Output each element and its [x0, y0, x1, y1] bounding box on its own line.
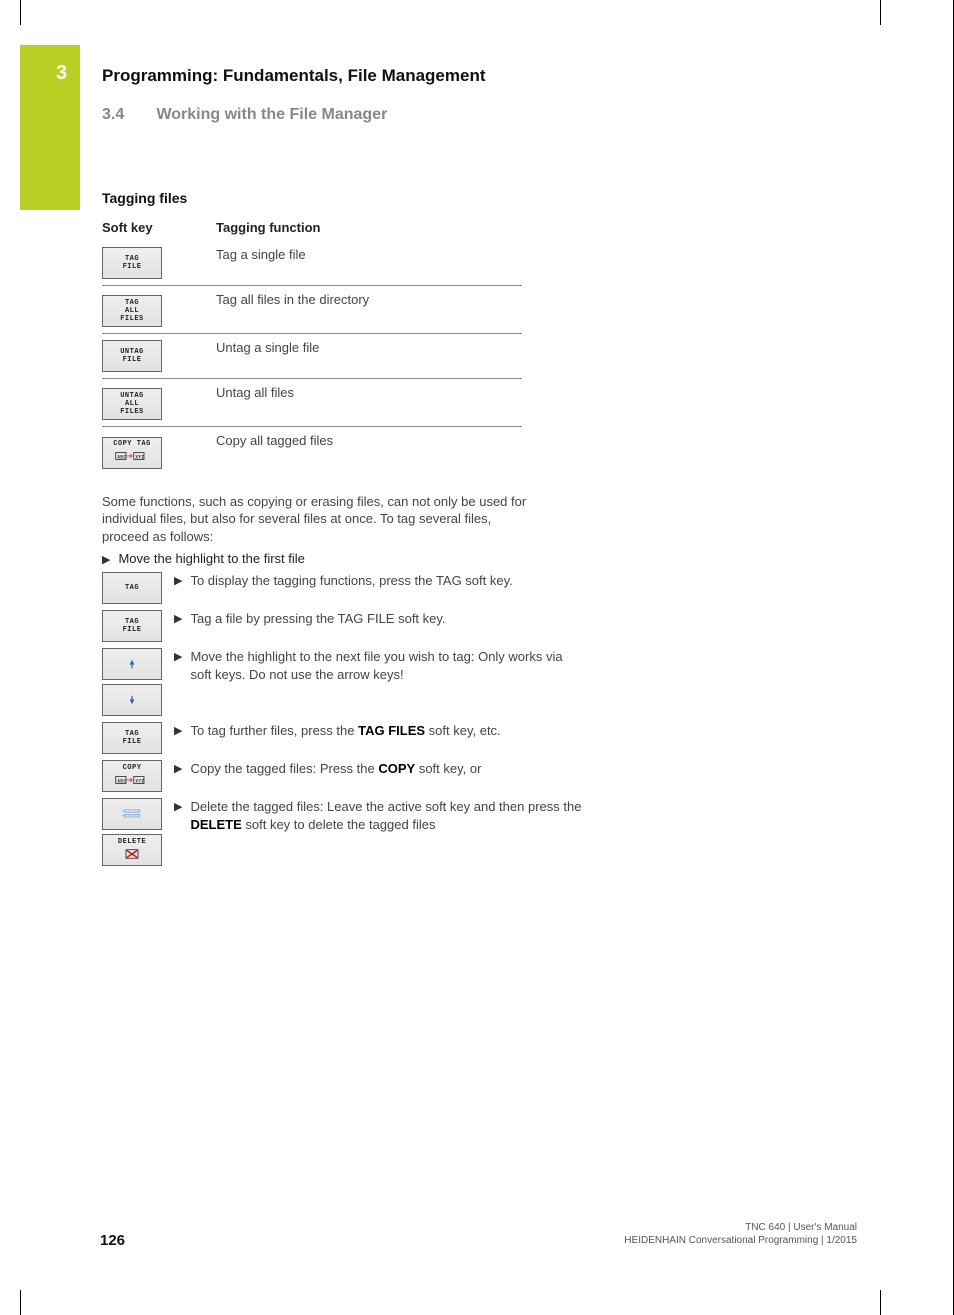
step-text-content: To display the tagging functions, press … [190, 572, 512, 590]
step-softkeys: TAG [102, 572, 174, 604]
svg-text:ABC: ABC [117, 455, 126, 461]
step-row: COPYABCXYZ▶Copy the tagged files: Press … [102, 760, 582, 792]
steps-list: TAG ▶ To display the tagging functions, pr… [102, 572, 582, 866]
col-head-function: Tagging function [216, 216, 522, 241]
softkey-button: TAGFILE [102, 247, 162, 279]
step-text: ▶ Copy the tagged files: Press the COPY s… [174, 760, 582, 780]
svg-text:ABC: ABC [117, 778, 126, 784]
page-number: 126 [100, 1232, 125, 1249]
step-text: ▶ Tag a file by pressing the TAG FILE sof… [174, 610, 582, 630]
table-row: UNTAGFILE Untag a single file [102, 334, 522, 379]
footer-line1: TNC 640 | User's Manual [624, 1221, 857, 1234]
manual-page: 3 Programming: Fundamentals, File Manage… [0, 0, 954, 1315]
step-text-content: Move the highlight to the next file you … [190, 648, 582, 683]
cell-softkey: COPY TAGABCXYZ [102, 427, 216, 475]
bullet-marker: ▶ [174, 612, 182, 627]
cell-softkey: UNTAGFILE [102, 334, 216, 379]
chapter-title: Programming: Fundamentals, File Manageme… [102, 66, 486, 86]
cell-description: Tag a single file [216, 241, 522, 286]
step-text-content: To tag further files, press the TAG FILE… [190, 722, 500, 740]
softkey-button: TAGFILE [102, 610, 162, 642]
step-row: ▶ Move the highlight to the next file you… [102, 648, 582, 716]
table-row: COPY TAGABCXYZCopy all tagged files [102, 427, 522, 475]
step-text: ▶ Move the highlight to the next file you… [174, 648, 582, 685]
svg-text:XYZ: XYZ [135, 455, 144, 461]
softkey-button: COPYABCXYZ [102, 760, 162, 792]
step-row: TAGFILE ▶ Tag a file by pressing the TAG F… [102, 610, 582, 642]
content-area: Tagging files Soft key Tagging function … [102, 190, 582, 872]
bullet-marker: ▶ [174, 650, 182, 665]
footer: TNC 640 | User's Manual HEIDENHAIN Conve… [624, 1221, 857, 1247]
step-text-content: Copy the tagged files: Press the COPY so… [190, 760, 481, 778]
copy-icon: ABC XYZ [109, 450, 155, 465]
arrow-down-softkey [102, 684, 162, 716]
section-heading: Working with the File Manager [156, 106, 387, 123]
section-number: 3.4 [102, 106, 152, 124]
crop-mark [880, 0, 881, 25]
section-title: 3.4 Working with the File Manager [102, 106, 387, 124]
table-row: TAGALLFILES Tag all files in the director… [102, 286, 522, 334]
bullet-marker: ▶ [174, 724, 182, 739]
cell-description: Untag all files [216, 379, 522, 427]
table-row: TAGFILE Tag a single file [102, 241, 522, 286]
softkey-button: UNTAGALLFILES [102, 388, 162, 420]
cell-description: Tag all files in the directory [216, 286, 522, 334]
bullet-marker: ▶ [174, 574, 182, 589]
intro-paragraph: Some functions, such as copying or erasi… [102, 493, 532, 546]
crop-mark [20, 0, 21, 25]
step-row: TAGFILE ▶ To tag further files, press the … [102, 722, 582, 754]
subhead: Tagging files [102, 190, 582, 206]
arrow-up-softkey [102, 648, 162, 680]
table-row: UNTAGALLFILES Untag all files [102, 379, 522, 427]
bullet-text: Move the highlight to the first file [118, 551, 304, 566]
crop-mark [20, 1290, 21, 1315]
softkey-button: UNTAGFILE [102, 340, 162, 372]
leave-softkey-row [102, 798, 162, 830]
cell-softkey: UNTAGALLFILES [102, 379, 216, 427]
bullet-marker: ▶ [102, 553, 110, 566]
chapter-number: 3 [56, 62, 67, 85]
col-head-softkey: Soft key [102, 216, 216, 241]
cell-softkey: TAGALLFILES [102, 286, 216, 334]
step-softkeys [102, 648, 174, 716]
step-softkeys: TAGFILE [102, 610, 174, 642]
bullet-marker: ▶ [174, 762, 182, 777]
cell-description: Untag a single file [216, 334, 522, 379]
bullet-first-file: ▶ Move the highlight to the first file [102, 551, 582, 566]
step-softkeys: DELETE [102, 798, 174, 866]
svg-text:XYZ: XYZ [135, 778, 144, 784]
softkey-button: DELETE [102, 834, 162, 866]
tagging-functions-table: Soft key Tagging function TAGFILE Tag a s… [102, 216, 522, 475]
delete-icon [109, 848, 155, 863]
crop-mark [880, 1290, 881, 1315]
step-row: TAG ▶ To display the tagging functions, pr… [102, 572, 582, 604]
softkey-button: COPY TAGABCXYZ [102, 437, 162, 469]
cell-description: Copy all tagged files [216, 427, 522, 475]
step-softkeys: COPYABCXYZ [102, 760, 174, 792]
footer-line2: HEIDENHAIN Conversational Programming | … [624, 1234, 857, 1247]
cell-softkey: TAGFILE [102, 241, 216, 286]
step-text-content: Tag a file by pressing the TAG FILE soft… [190, 610, 445, 628]
step-text-content: Delete the tagged files: Leave the activ… [190, 798, 582, 833]
step-text: ▶ Delete the tagged files: Leave the acti… [174, 798, 582, 835]
softkey-button: TAG [102, 572, 162, 604]
step-softkeys: TAGFILE [102, 722, 174, 754]
step-text: ▶ To display the tagging functions, press… [174, 572, 582, 592]
bullet-marker: ▶ [174, 800, 182, 815]
step-text: ▶ To tag further files, press the TAG FIL… [174, 722, 582, 742]
copy-icon: ABC XYZ [109, 774, 155, 789]
softkey-button: TAGALLFILES [102, 295, 162, 327]
step-row: DELETE ▶ Delete the tagged files: Leave th… [102, 798, 582, 866]
softkey-button: TAGFILE [102, 722, 162, 754]
chapter-tab [20, 45, 80, 210]
